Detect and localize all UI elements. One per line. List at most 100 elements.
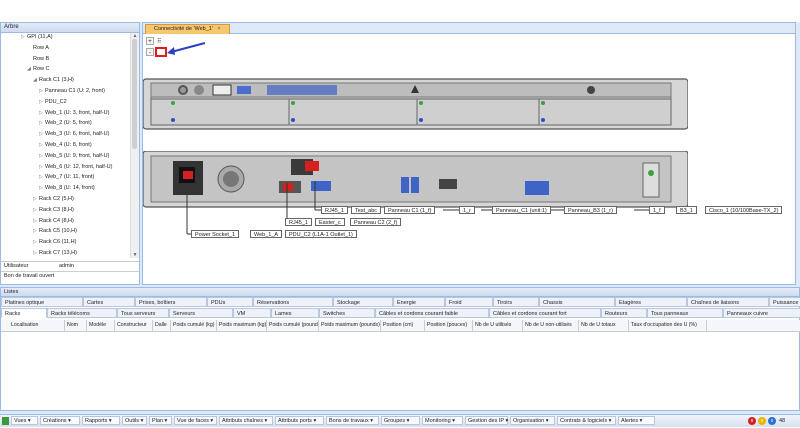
list-tab[interactable]: Chaînes de liaisons xyxy=(687,297,769,307)
list-tab[interactable]: Panneaux cuivre xyxy=(723,308,800,318)
scroll-thumb[interactable] xyxy=(132,39,137,149)
tree-node[interactable]: ◢ Row C xyxy=(27,65,50,74)
list-tab[interactable]: Tous panneaux xyxy=(647,308,723,318)
column-header[interactable]: Constructeur xyxy=(115,320,153,331)
cable-label-easter[interactable]: Easter_c xyxy=(315,218,345,226)
column-header[interactable]: Nb de U utilisés xyxy=(473,320,523,331)
menu-item[interactable]: Outils ▾ xyxy=(122,416,147,425)
list-tab[interactable]: VM xyxy=(233,308,271,318)
menu-item[interactable]: Gestion des IP ▾ xyxy=(465,416,508,425)
list-tab[interactable]: Platines optique xyxy=(1,297,83,307)
tree-node[interactable]: ▷ Rack C6 (11,H) xyxy=(33,238,77,247)
tree-node[interactable]: ▷ Web_8 (U: 14, front) xyxy=(39,184,95,193)
column-header[interactable]: Modèle xyxy=(87,320,115,331)
tree-node[interactable]: ◢ Rack C1 (3,H) xyxy=(33,76,74,85)
menu-item[interactable]: Rapports ▾ xyxy=(82,416,120,425)
alert-badge[interactable]: 0 xyxy=(768,417,776,425)
tree-node[interactable]: Row A xyxy=(27,44,49,53)
cable-label-panneau-c2[interactable]: Panneau C2 (2_f) xyxy=(350,218,402,226)
cable-label-web1a[interactable]: Web_1_A xyxy=(250,230,283,238)
menu-item[interactable]: Vue de faces ▾ xyxy=(174,416,217,425)
list-tab[interactable]: Réservations xyxy=(253,297,333,307)
cable-label-power-socket[interactable]: Power Socket_1 xyxy=(191,230,240,238)
list-tab[interactable]: Prises, boîtiers xyxy=(135,297,207,307)
column-header[interactable]: Poids maximum (kg) xyxy=(217,320,267,331)
cable-label-pdu-c2[interactable]: PDU_C2 (L1A-1 Outlet_1) xyxy=(285,230,357,238)
list-tab[interactable]: Racks xyxy=(1,308,47,318)
cable-label-panneau-c1-unit[interactable]: Panneau_C1 (unit:1) xyxy=(492,206,551,214)
prop-value[interactable]: admin xyxy=(59,262,74,271)
tree-node[interactable]: ▷ Web_2 (U: 5, front) xyxy=(39,119,92,128)
cable-label-1f[interactable]: 1_f xyxy=(649,206,665,214)
tree-node[interactable]: ▷ Rack C2 (5,H) xyxy=(33,195,74,204)
tree-node[interactable]: ▷ Web_7 (U: 11, front) xyxy=(39,173,94,182)
menu-item[interactable]: Organisation ▾ xyxy=(510,416,555,425)
grid-icon[interactable]: ⠿ xyxy=(157,38,161,45)
menu-item[interactable]: Contrats & logiciels ▾ xyxy=(557,416,616,425)
cable-label-rj45[interactable]: RJ45_1 xyxy=(321,206,348,214)
list-tab[interactable]: Tous serveurs xyxy=(117,308,169,318)
list-tab[interactable]: Câbles et cordons courant faible xyxy=(375,308,489,318)
alert-badge[interactable]: 8 xyxy=(748,417,756,425)
column-header[interactable]: Localisation xyxy=(9,320,65,331)
list-tab[interactable]: Lames xyxy=(271,308,319,318)
cable-label-panneau-c1[interactable]: Panneau C1 (1_f) xyxy=(384,206,436,214)
list-tab[interactable]: Chassis xyxy=(539,297,615,307)
table-body[interactable] xyxy=(1,332,799,410)
list-tab[interactable]: Stockage xyxy=(333,297,393,307)
tree-node[interactable]: ▷ Rack C7 (13,H) xyxy=(33,249,77,258)
column-header[interactable]: Nb de U non-utilisés xyxy=(523,320,579,331)
column-header[interactable]: Poids cumulé (pounds) xyxy=(267,320,319,331)
tree-node[interactable]: ▷ Rack C3 (8,H) xyxy=(33,206,74,215)
tree-node[interactable]: ▷ Web_5 (U: 9, front, half-U) xyxy=(39,152,109,161)
tree-node[interactable]: ▷ Web_3 (U: 6, front, half-U) xyxy=(39,130,109,139)
list-tab[interactable]: Switches xyxy=(319,308,375,318)
list-tab[interactable]: Puissance & Temp xyxy=(769,297,800,307)
alert-badge[interactable]: 0 xyxy=(758,417,766,425)
tree-node[interactable]: ▷ GPI (11,A) xyxy=(21,33,53,42)
menu-item[interactable]: Attributs ports ▾ xyxy=(275,416,324,425)
column-header[interactable]: Dalle xyxy=(153,320,171,331)
cable-label-panneau-b3[interactable]: Panneau_B3 (1_r) xyxy=(564,206,617,214)
column-header[interactable]: Nb de U totaux xyxy=(579,320,629,331)
menu-item[interactable]: Groupes ▾ xyxy=(381,416,420,425)
menu-item[interactable]: Bons de travaux ▾ xyxy=(326,416,379,425)
cable-label-b3[interactable]: B3_1 xyxy=(676,206,697,214)
list-tab[interactable]: PDUs xyxy=(207,297,253,307)
cable-label-test-abc[interactable]: Test_abc xyxy=(351,206,382,214)
column-header[interactable]: Poids cumulé (kg) xyxy=(171,320,217,331)
list-tab[interactable]: Câbles et cordons courant fort xyxy=(489,308,601,318)
list-tab[interactable]: Racks télécoms xyxy=(47,308,117,318)
tab-connectivity[interactable]: Connectivité de 'Web_1' × xyxy=(145,24,230,34)
menu-item[interactable]: Alertes ▾ xyxy=(618,416,655,425)
tree-node[interactable]: ▷ Rack C5 (10,H) xyxy=(33,227,77,236)
list-tab[interactable]: Cartes xyxy=(83,297,135,307)
column-header[interactable]: Taux d'occupation des U (%) xyxy=(629,320,707,331)
tree-node[interactable]: ▷ PDU_C2 xyxy=(39,98,67,107)
scroll-down-icon[interactable]: ▼ xyxy=(131,252,139,258)
list-tab[interactable]: Etagères xyxy=(615,297,687,307)
column-header[interactable]: Nom xyxy=(65,320,87,331)
column-header[interactable]: Poids maximum (pounds) xyxy=(319,320,381,331)
list-tab[interactable]: Serveurs xyxy=(169,308,233,318)
cable-label-cisco[interactable]: Cisco_1 (10/100Base-TX_2) xyxy=(705,206,783,214)
list-tab[interactable]: Tiroirs xyxy=(493,297,539,307)
server-front-view[interactable] xyxy=(143,73,688,133)
tree-view[interactable]: ▷ GPI (11,A) Row A Row B ◢ Row C ◢ Rack C1 (3,H… xyxy=(1,33,129,258)
column-header[interactable]: Position (pouces) xyxy=(425,320,473,331)
tree-node[interactable]: Row B xyxy=(27,55,49,64)
cable-label-rj45-b[interactable]: RJ45_1 xyxy=(285,218,312,226)
list-tab[interactable]: Energie xyxy=(393,297,445,307)
tree-node[interactable]: ▷ Web_4 (U: 8, front) xyxy=(39,141,92,150)
menu-item[interactable]: Attributs chaînes ▾ xyxy=(219,416,273,425)
column-header[interactable]: Position (cm) xyxy=(381,320,425,331)
cable-label-1r[interactable]: 1_r xyxy=(459,206,475,214)
tree-node[interactable]: ▷ Panneau C1 (U: 2, front) xyxy=(39,87,105,96)
menu-item[interactable]: Créations ▾ xyxy=(40,416,80,425)
tree-scrollbar[interactable]: ▲ ▼ xyxy=(130,33,139,258)
zoom-out-button[interactable]: - xyxy=(146,48,154,56)
tree-node[interactable]: ▷ Rack C4 (8,H) xyxy=(33,217,74,226)
zoom-in-button[interactable]: + xyxy=(146,37,154,45)
menu-item[interactable]: Vues ▾ xyxy=(11,416,38,425)
list-tab[interactable]: Froid xyxy=(445,297,493,307)
